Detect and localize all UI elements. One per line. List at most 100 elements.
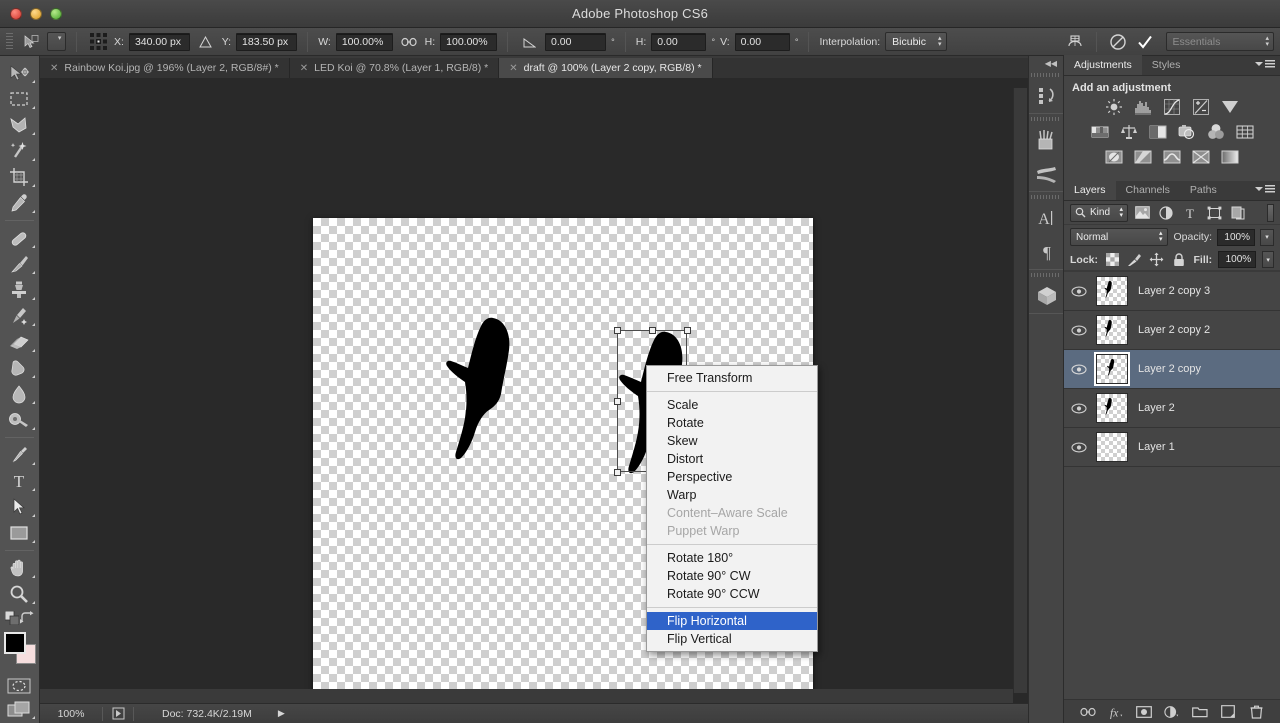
menu-item-skew[interactable]: Skew (647, 432, 817, 450)
rectangle-tool-icon[interactable] (0, 520, 38, 546)
lasso-tool-icon[interactable] (0, 112, 38, 138)
history-icon[interactable] (1029, 79, 1065, 113)
reference-point-icon[interactable] (87, 32, 109, 52)
color-balance-icon[interactable] (1119, 123, 1139, 141)
filter-toggle-icon[interactable] (1267, 204, 1274, 222)
dock-group-grip-4[interactable] (1029, 270, 1063, 279)
default-colors-icon[interactable] (5, 611, 19, 628)
dock-group-grip[interactable] (1029, 70, 1063, 79)
menu-item-perspective[interactable]: Perspective (647, 468, 817, 486)
move-tool-icon[interactable] (0, 60, 38, 86)
table-row[interactable]: Layer 2 (1064, 389, 1280, 428)
blend-mode-dropdown[interactable]: Normal ▴▾ (1070, 228, 1168, 246)
panel-menu-button[interactable] (1255, 60, 1275, 68)
transform-handle-bottom-left[interactable] (614, 469, 621, 476)
tab-paths[interactable]: Paths (1180, 180, 1227, 200)
color-lookup-icon[interactable] (1235, 123, 1255, 141)
gradient-tool-icon[interactable] (0, 355, 38, 381)
3d-panel-icon[interactable] (1029, 279, 1065, 313)
cancel-transform-icon[interactable] (1107, 32, 1129, 52)
delete-layer-icon[interactable] (1248, 704, 1264, 720)
layer-thumbnail[interactable] (1096, 432, 1128, 462)
menu-item-rotate[interactable]: Rotate (647, 414, 817, 432)
quick-mask-icon[interactable] (0, 674, 38, 698)
eye-icon[interactable] (1064, 286, 1094, 297)
menu-item-distort[interactable]: Distort (647, 450, 817, 468)
eye-icon[interactable] (1064, 325, 1094, 336)
zoom-level[interactable]: 100% (40, 708, 102, 720)
table-row[interactable]: Layer 2 copy 2 (1064, 311, 1280, 350)
menu-item-rotate-180[interactable]: Rotate 180° (647, 549, 817, 567)
new-layer-icon[interactable] (1220, 704, 1236, 720)
filter-smart-object-icon[interactable] (1228, 204, 1248, 222)
layer-filter-kind-dropdown[interactable]: Kind ▴▾ (1070, 204, 1128, 222)
document-tab-led-koi[interactable]: ✕ LED Koi @ 70.8% (Layer 1, RGB/8) * (290, 58, 499, 78)
filter-shape-icon[interactable] (1204, 204, 1224, 222)
dodge-tool-icon[interactable] (0, 407, 38, 433)
transform-context-menu[interactable]: Free Transform Scale Rotate Skew Distort… (646, 365, 818, 652)
lock-transparent-pixels-icon[interactable] (1104, 251, 1120, 269)
selective-color-icon[interactable] (1220, 148, 1240, 166)
layer-thumbnail[interactable] (1096, 354, 1128, 384)
blur-tool-icon[interactable] (0, 381, 38, 407)
eye-icon[interactable] (1064, 403, 1094, 414)
swap-colors-icon[interactable] (20, 611, 34, 628)
photo-filter-icon[interactable] (1177, 123, 1197, 141)
menu-item-flip-horizontal[interactable]: Flip Horizontal (647, 612, 817, 630)
fill-slider-toggle[interactable]: ▾ (1262, 251, 1274, 268)
eraser-tool-icon[interactable] (0, 329, 38, 355)
transform-handle-top-left[interactable] (614, 327, 621, 334)
menu-item-warp[interactable]: Warp (647, 486, 817, 504)
layers-panel-menu-button[interactable] (1255, 185, 1275, 193)
rotate-field[interactable]: 0.00 (545, 33, 606, 51)
table-row[interactable]: Layer 2 copy (1064, 350, 1280, 389)
tab-adjustments[interactable]: Adjustments (1064, 55, 1142, 75)
close-icon[interactable]: ✕ (300, 63, 308, 74)
layer-mask-icon[interactable] (1136, 704, 1152, 720)
commit-transform-icon[interactable] (1134, 32, 1156, 52)
gradient-map-icon[interactable] (1191, 148, 1211, 166)
brush-presets-icon[interactable] (1029, 123, 1065, 157)
table-row[interactable]: Layer 2 copy 3 (1064, 272, 1280, 311)
transform-handle-top-center[interactable] (649, 327, 656, 334)
skew-v-field[interactable]: 0.00 (735, 33, 790, 51)
expand-arrow-icon[interactable]: ▶ (278, 708, 285, 719)
magic-wand-tool-icon[interactable] (0, 138, 38, 164)
crop-tool-icon[interactable] (0, 164, 38, 190)
width-field[interactable]: 100.00% (336, 33, 393, 51)
tab-layers[interactable]: Layers (1064, 180, 1116, 200)
brightness-contrast-icon[interactable] (1104, 98, 1124, 116)
layer-name[interactable]: Layer 1 (1130, 441, 1175, 453)
brush-tool-panel-icon[interactable] (1029, 157, 1065, 191)
link-layers-icon[interactable] (1080, 704, 1096, 720)
exposure-icon[interactable] (1191, 98, 1211, 116)
transform-handle-top-right[interactable] (684, 327, 691, 334)
filter-adjustment-icon[interactable] (1156, 204, 1176, 222)
brush-tool-icon[interactable] (0, 251, 38, 277)
lock-image-pixels-icon[interactable] (1126, 251, 1142, 269)
layer-thumbnail[interactable] (1096, 393, 1128, 423)
type-tool-icon[interactable]: T (0, 468, 38, 494)
vertical-scrollbar[interactable] (1013, 88, 1027, 693)
posterize-icon[interactable] (1133, 148, 1153, 166)
close-icon[interactable]: ✕ (509, 63, 517, 74)
lock-position-icon[interactable] (1149, 251, 1165, 269)
eye-icon[interactable] (1064, 364, 1094, 375)
document-tab-rainbow-koi[interactable]: ✕ Rainbow Koi.jpg @ 196% (Layer 2, RGB/8… (40, 58, 290, 78)
tool-preset-dropdown[interactable]: ▾ (47, 32, 67, 51)
delta-icon[interactable] (195, 32, 217, 52)
foreground-color-swatch[interactable] (4, 632, 26, 654)
y-position-field[interactable]: 183.50 px (236, 33, 297, 51)
layer-thumbnail[interactable] (1096, 276, 1128, 306)
curves-icon[interactable] (1162, 98, 1182, 116)
document-tab-draft[interactable]: ✕ draft @ 100% (Layer 2 copy, RGB/8) * (499, 58, 712, 78)
workspace-dropdown[interactable]: Essentials ▴▾ (1166, 32, 1275, 51)
eye-icon[interactable] (1064, 442, 1094, 453)
paragraph-panel-icon[interactable]: ¶ (1029, 235, 1065, 269)
layer-thumbnail[interactable] (1096, 315, 1128, 345)
channel-mixer-icon[interactable] (1206, 123, 1226, 141)
table-row[interactable]: Layer 1 (1064, 428, 1280, 467)
vibrance-icon[interactable] (1220, 98, 1240, 116)
invert-icon[interactable] (1104, 148, 1124, 166)
menu-item-scale[interactable]: Scale (647, 396, 817, 414)
